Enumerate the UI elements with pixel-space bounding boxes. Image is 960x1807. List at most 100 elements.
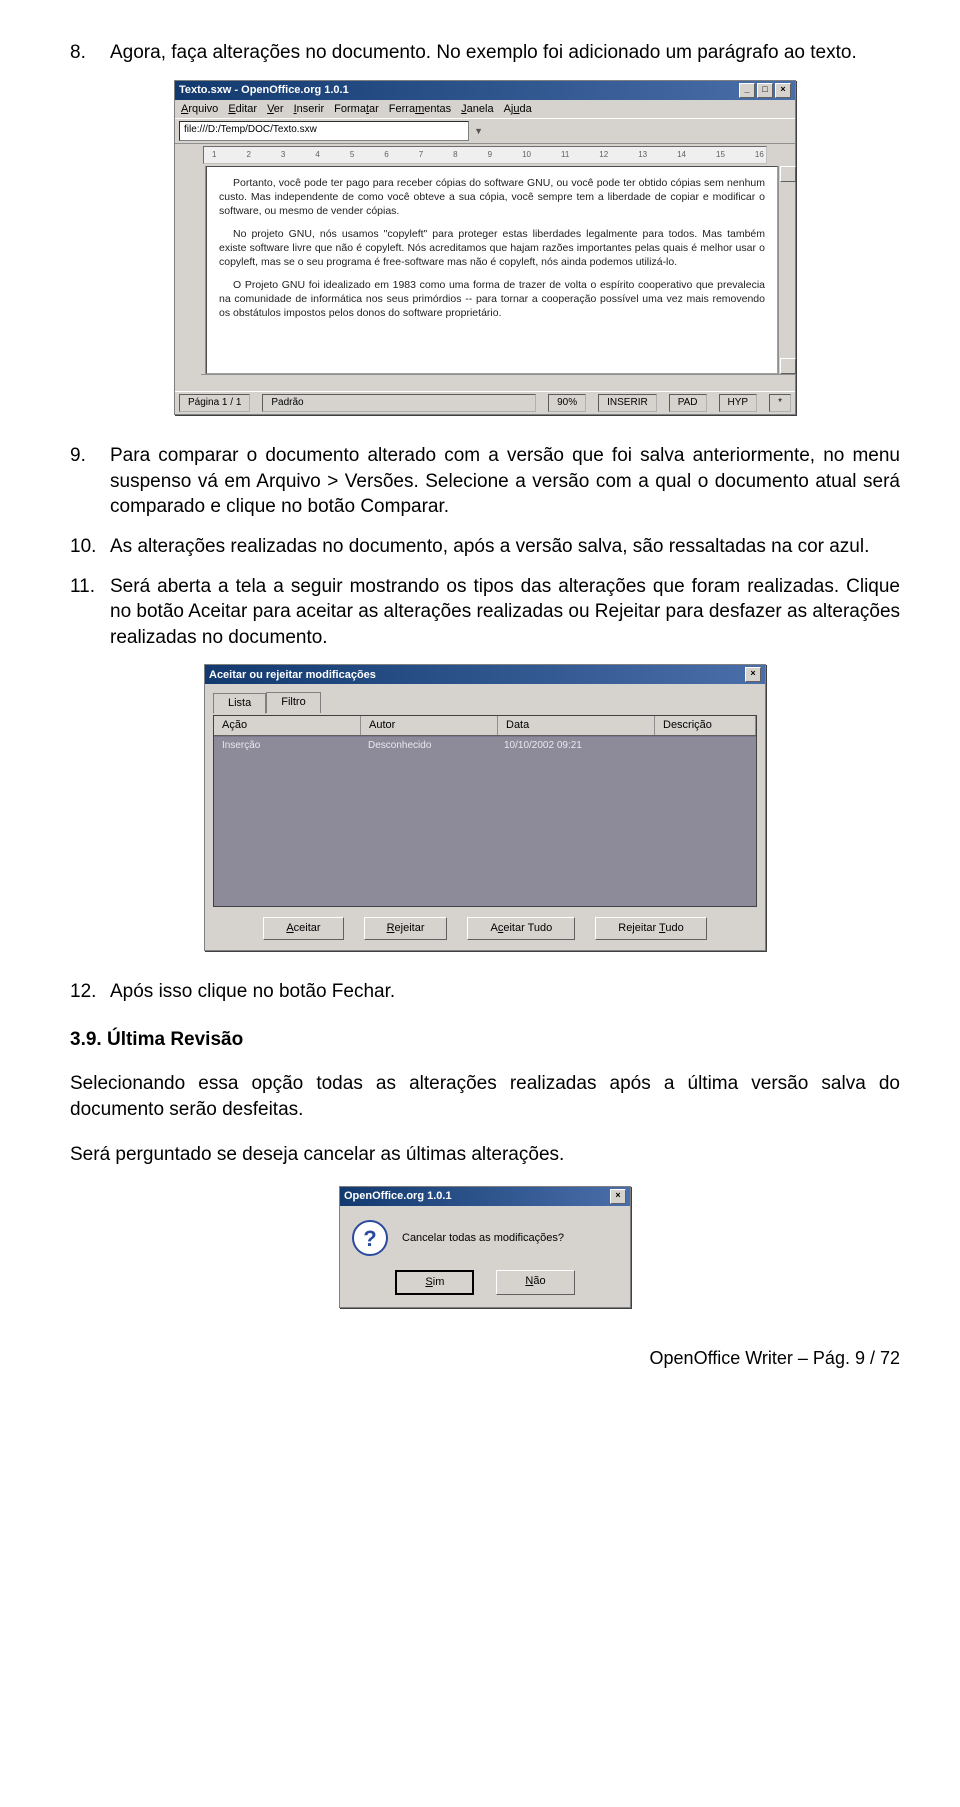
menu-bar: Arquivo Editar Ver Inserir Formatar Ferr… bbox=[175, 100, 795, 119]
menu-ajuda[interactable]: Ajuda bbox=[504, 102, 532, 117]
status-insert: INSERIR bbox=[598, 394, 657, 412]
col-desc[interactable]: Descrição bbox=[655, 716, 756, 735]
step-number: 8. bbox=[70, 40, 110, 66]
toolbar-button[interactable] bbox=[721, 121, 741, 141]
tab-lista[interactable]: Lista bbox=[213, 693, 266, 714]
minimize-button[interactable]: _ bbox=[739, 83, 755, 98]
cell-action: Inserção bbox=[214, 737, 360, 755]
accept-button[interactable]: Aceitar bbox=[263, 917, 343, 940]
yes-button[interactable]: Sim bbox=[395, 1270, 474, 1295]
msgbox-text: Cancelar todas as modificações? bbox=[402, 1231, 564, 1246]
doc-paragraph: Portanto, você pode ter pago para recebe… bbox=[219, 177, 765, 218]
vtool-button[interactable] bbox=[177, 260, 199, 280]
doc-paragraph: No projeto GNU, nós usamos "copyleft" pa… bbox=[219, 228, 765, 269]
horizontal-scrollbar[interactable] bbox=[201, 374, 795, 391]
toolbar-button[interactable] bbox=[746, 121, 766, 141]
menu-ver[interactable]: Ver bbox=[267, 102, 284, 117]
vtool-button[interactable] bbox=[177, 237, 199, 257]
step-text: Após isso clique no botão Fechar. bbox=[110, 979, 900, 1005]
toolbar-button[interactable] bbox=[685, 121, 705, 141]
msgbox-body: ? Cancelar todas as modificações? bbox=[340, 1206, 630, 1270]
step-12: 12. Após isso clique no botão Fechar. bbox=[70, 979, 900, 1005]
document-content[interactable]: Portanto, você pode ter pago para recebe… bbox=[206, 166, 778, 374]
confirm-dialog: OpenOffice.org 1.0.1 × ? Cancelar todas … bbox=[339, 1186, 631, 1308]
toolbar-button[interactable] bbox=[771, 121, 791, 141]
menu-editar[interactable]: Editar bbox=[228, 102, 257, 117]
accept-reject-dialog: Aceitar ou rejeitar modificações × Lista… bbox=[204, 664, 766, 951]
list-header: Ação Autor Data Descrição bbox=[214, 716, 756, 736]
tab-filtro[interactable]: Filtro bbox=[266, 692, 320, 713]
vtool-button[interactable] bbox=[177, 306, 199, 326]
status-modified: * bbox=[769, 394, 791, 412]
menu-janela[interactable]: Janela bbox=[461, 102, 493, 117]
list-row[interactable]: Inserção Desconhecido 10/10/2002 09:21 bbox=[214, 736, 756, 755]
menu-arquivo[interactable]: Arquivo bbox=[181, 102, 218, 117]
dialog-title: Aceitar ou rejeitar modificações bbox=[209, 668, 376, 683]
close-button[interactable]: × bbox=[775, 83, 791, 98]
status-zoom: 90% bbox=[548, 394, 586, 412]
vertical-scrollbar[interactable] bbox=[778, 166, 795, 374]
toolbar-button[interactable] bbox=[635, 121, 655, 141]
openoffice-writer-window: Texto.sxw - OpenOffice.org 1.0.1 _ □ × A… bbox=[174, 80, 796, 415]
url-field[interactable]: file:///D:/Temp/DOC/Texto.sxw bbox=[179, 121, 469, 141]
vtool-button[interactable] bbox=[177, 168, 199, 188]
editor-area: Portanto, você pode ter pago para recebe… bbox=[175, 166, 795, 374]
status-page: Página 1 / 1 bbox=[179, 394, 250, 412]
vtool-button[interactable] bbox=[177, 352, 199, 372]
step-number: 11. bbox=[70, 574, 110, 651]
window-system-buttons: _ □ × bbox=[739, 83, 791, 98]
reject-button[interactable]: Rejeitar bbox=[364, 917, 448, 940]
dialog-titlebar: Aceitar ou rejeitar modificações × bbox=[205, 665, 765, 684]
toolbar-button[interactable] bbox=[499, 121, 519, 141]
section-paragraph: Será perguntado se deseja cancelar as úl… bbox=[70, 1142, 900, 1168]
question-icon: ? bbox=[352, 1220, 388, 1256]
status-style: Padrão bbox=[262, 394, 536, 412]
toolbar-button[interactable] bbox=[599, 121, 619, 141]
reject-all-button[interactable]: Rejeitar Tudo bbox=[595, 917, 706, 940]
menu-formatar[interactable]: Formatar bbox=[334, 102, 379, 117]
no-button[interactable]: Não bbox=[496, 1270, 574, 1295]
dialog-close-button[interactable]: × bbox=[745, 667, 761, 682]
status-bar: Página 1 / 1 Padrão 90% INSERIR PAD HYP … bbox=[175, 391, 795, 414]
status-hyp: HYP bbox=[719, 394, 758, 412]
vtool-button[interactable] bbox=[177, 191, 199, 211]
accept-all-button[interactable]: Aceitar Tudo bbox=[467, 917, 575, 940]
step-text: Para comparar o documento alterado com a… bbox=[110, 443, 900, 520]
toolbar-button[interactable] bbox=[574, 121, 594, 141]
step-number: 12. bbox=[70, 979, 110, 1005]
cell-author: Desconhecido bbox=[360, 737, 496, 755]
doc-paragraph: O Projeto GNU foi idealizado em 1983 com… bbox=[219, 279, 765, 320]
section-title: Última Revisão bbox=[107, 1029, 243, 1050]
cell-desc bbox=[652, 737, 756, 755]
vtool-button[interactable] bbox=[177, 214, 199, 234]
vertical-toolbar bbox=[175, 166, 206, 374]
changes-list[interactable]: Ação Autor Data Descrição Inserção Desco… bbox=[213, 715, 757, 907]
col-author[interactable]: Autor bbox=[361, 716, 498, 735]
step-9: 9. Para comparar o documento alterado co… bbox=[70, 443, 900, 520]
url-toolbar: file:///D:/Temp/DOC/Texto.sxw ▼ bbox=[175, 118, 795, 144]
vtool-button[interactable] bbox=[177, 329, 199, 349]
dialog-body: Lista Filtro Ação Autor Data Descrição I… bbox=[205, 684, 765, 950]
msgbox-titlebar: OpenOffice.org 1.0.1 × bbox=[340, 1187, 630, 1206]
col-date[interactable]: Data bbox=[498, 716, 655, 735]
section-heading: 3.9. Última Revisão bbox=[70, 1027, 900, 1053]
menu-inserir[interactable]: Inserir bbox=[294, 102, 325, 117]
menu-ferramentas[interactable]: Ferramentas bbox=[389, 102, 451, 117]
maximize-button[interactable]: □ bbox=[757, 83, 773, 98]
cell-date: 10/10/2002 09:21 bbox=[496, 737, 652, 755]
toolbar-button[interactable] bbox=[660, 121, 680, 141]
step-text: As alterações realizadas no documento, a… bbox=[110, 534, 900, 560]
vtool-button[interactable] bbox=[177, 283, 199, 303]
msgbox-close-button[interactable]: × bbox=[610, 1189, 626, 1204]
horizontal-ruler: 1 2 3 4 5 6 7 8 9 10 11 12 13 14 15 16 bbox=[203, 146, 767, 164]
col-action[interactable]: Ação bbox=[214, 716, 361, 735]
dropdown-icon[interactable]: ▼ bbox=[474, 125, 483, 137]
section-number: 3.9. bbox=[70, 1029, 102, 1050]
step-number: 9. bbox=[70, 443, 110, 520]
toolbar-button[interactable] bbox=[524, 121, 544, 141]
step-text: Será aberta a tela a seguir mostrando os… bbox=[110, 574, 900, 651]
msgbox-title: OpenOffice.org 1.0.1 bbox=[344, 1189, 452, 1204]
msgbox-buttons: Sim Não bbox=[340, 1270, 630, 1307]
toolbar-button[interactable] bbox=[549, 121, 569, 141]
step-8: 8. Agora, faça alterações no documento. … bbox=[70, 40, 900, 66]
